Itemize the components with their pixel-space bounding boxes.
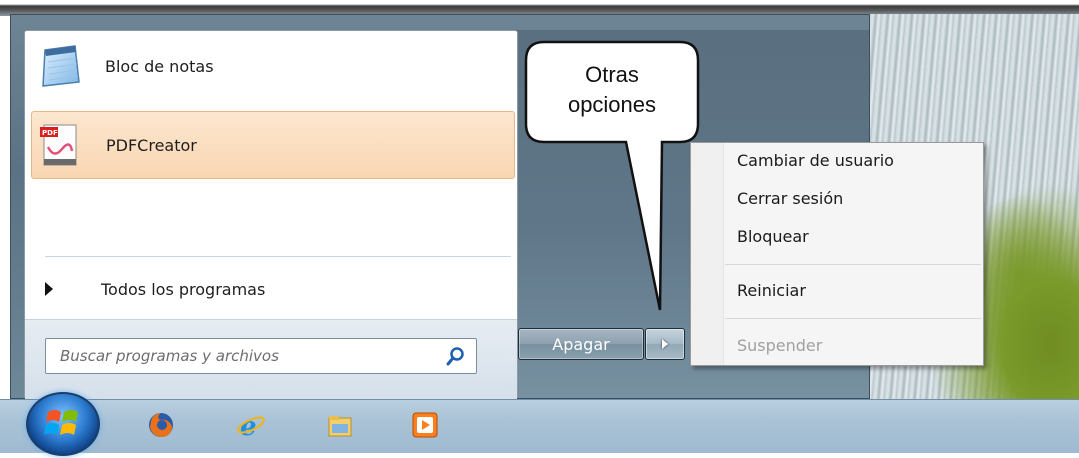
program-item-pdfcreator[interactable]: PDF PDFCreator [31,111,515,179]
shutdown-button[interactable]: Apagar [518,328,644,360]
program-label: Bloc de notas [105,56,214,76]
firefox-icon[interactable] [146,410,176,440]
callout-line-1: Otras [585,62,639,87]
callout-line-2: opciones [567,92,657,117]
expand-arrow-icon [45,282,53,296]
search-input[interactable] [58,346,422,366]
notepad-icon [35,42,83,90]
program-label: PDFCreator [106,135,197,155]
svg-text:PDF: PDF [42,129,58,137]
file-explorer-icon[interactable] [325,410,355,440]
menu-item-cambiar-de-usuario[interactable]: Cambiar de usuario [737,151,894,170]
start-orb-icon[interactable] [26,392,100,456]
shutdown-options-menu: Cambiar de usuario Cerrar sesión Bloquea… [690,142,984,366]
all-programs-button[interactable]: Todos los programas [35,271,511,307]
shutdown-options-button[interactable] [645,328,685,360]
menu-item-cerrar-sesion[interactable]: Cerrar sesión [737,189,843,208]
media-player-icon[interactable] [410,410,440,440]
menu-separator [725,318,981,319]
internet-explorer-icon[interactable]: e [236,410,266,442]
search-box[interactable] [45,338,477,374]
menu-item-suspender: Suspender [737,336,823,355]
menu-gutter [691,143,724,365]
menu-separator [45,256,511,257]
menu-item-bloquear[interactable]: Bloquear [737,227,809,246]
start-menu-left-pane: Bloc de notas PDF PDFCreator Todos los p… [24,30,518,399]
menu-separator [725,264,981,265]
search-area [25,319,517,399]
shutdown-label: Apagar [552,334,610,354]
play-arrow-icon [662,339,668,349]
callout-text: Otras opciones [526,60,698,120]
search-icon[interactable] [446,346,466,370]
all-programs-label: Todos los programas [101,279,266,299]
svg-text:e: e [240,412,257,440]
menu-item-reiniciar[interactable]: Reiniciar [737,281,806,300]
pdfcreator-icon: PDF [36,121,84,169]
program-item-bloc-de-notas[interactable]: Bloc de notas [31,33,513,99]
